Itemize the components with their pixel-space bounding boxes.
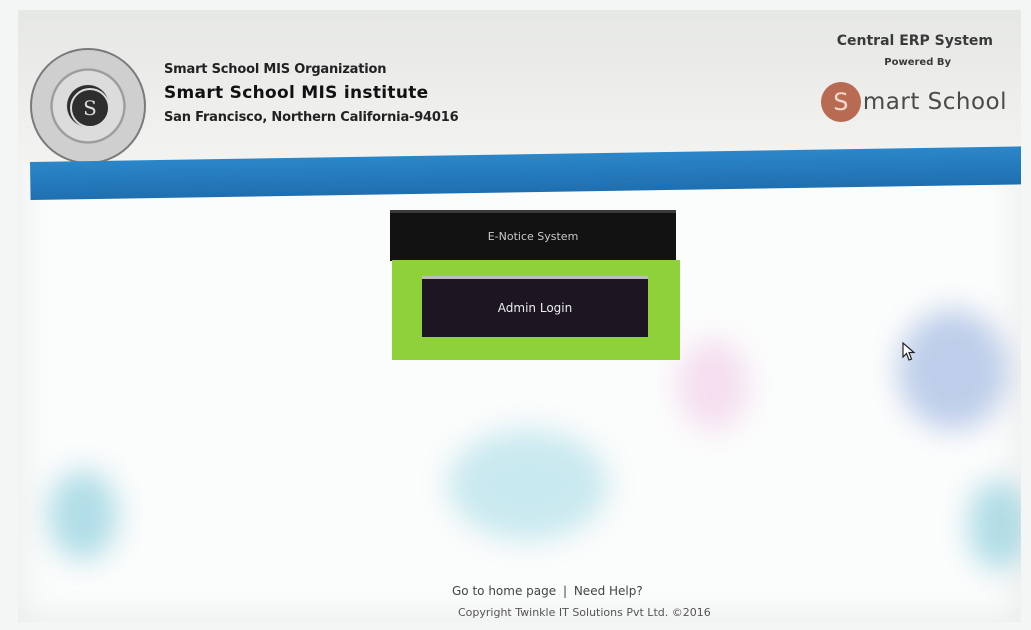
brand-wordmark: mart School <box>862 89 1007 115</box>
login-panel: Admin Login <box>392 260 680 360</box>
go-to-home-page-link[interactable]: Go to home page <box>452 584 556 598</box>
seal-monogram: S <box>70 88 110 128</box>
erp-system-title: Central ERP System <box>836 33 993 49</box>
institute-name: Smart School MIS institute <box>164 83 429 103</box>
organization-name: Smart School MIS Organization <box>164 62 387 77</box>
footer-separator: | <box>562 584 567 598</box>
institute-address: San Francisco, Northern California-94016 <box>164 110 459 125</box>
smart-school-brand-logo: S mart School <box>820 82 1007 122</box>
browser-viewport: S Smart School MIS Organization Smart Sc… <box>18 10 1021 622</box>
site-header: S Smart School MIS Organization Smart Sc… <box>18 10 1021 165</box>
background-stain <box>448 430 608 540</box>
background-stain <box>968 480 1021 570</box>
copyright-text: Copyright Twinkle IT Solutions Pvt Ltd. … <box>458 606 711 619</box>
brand-initial-circle: S <box>820 82 861 122</box>
school-seal-logo: S <box>30 48 146 164</box>
background-stain <box>898 310 1008 430</box>
background-stain <box>48 470 118 560</box>
mouse-pointer-icon <box>902 342 916 361</box>
footer-links: Go to home page | Need Help? <box>452 584 643 598</box>
need-help-link[interactable]: Need Help? <box>574 584 643 598</box>
e-notice-system-bar: E-Notice System <box>390 210 676 261</box>
powered-by-label: Powered By <box>884 57 951 68</box>
organization-info: Smart School MIS Organization Smart Scho… <box>164 62 459 125</box>
admin-login-button[interactable]: Admin Login <box>422 276 648 337</box>
background-stain <box>678 340 748 430</box>
